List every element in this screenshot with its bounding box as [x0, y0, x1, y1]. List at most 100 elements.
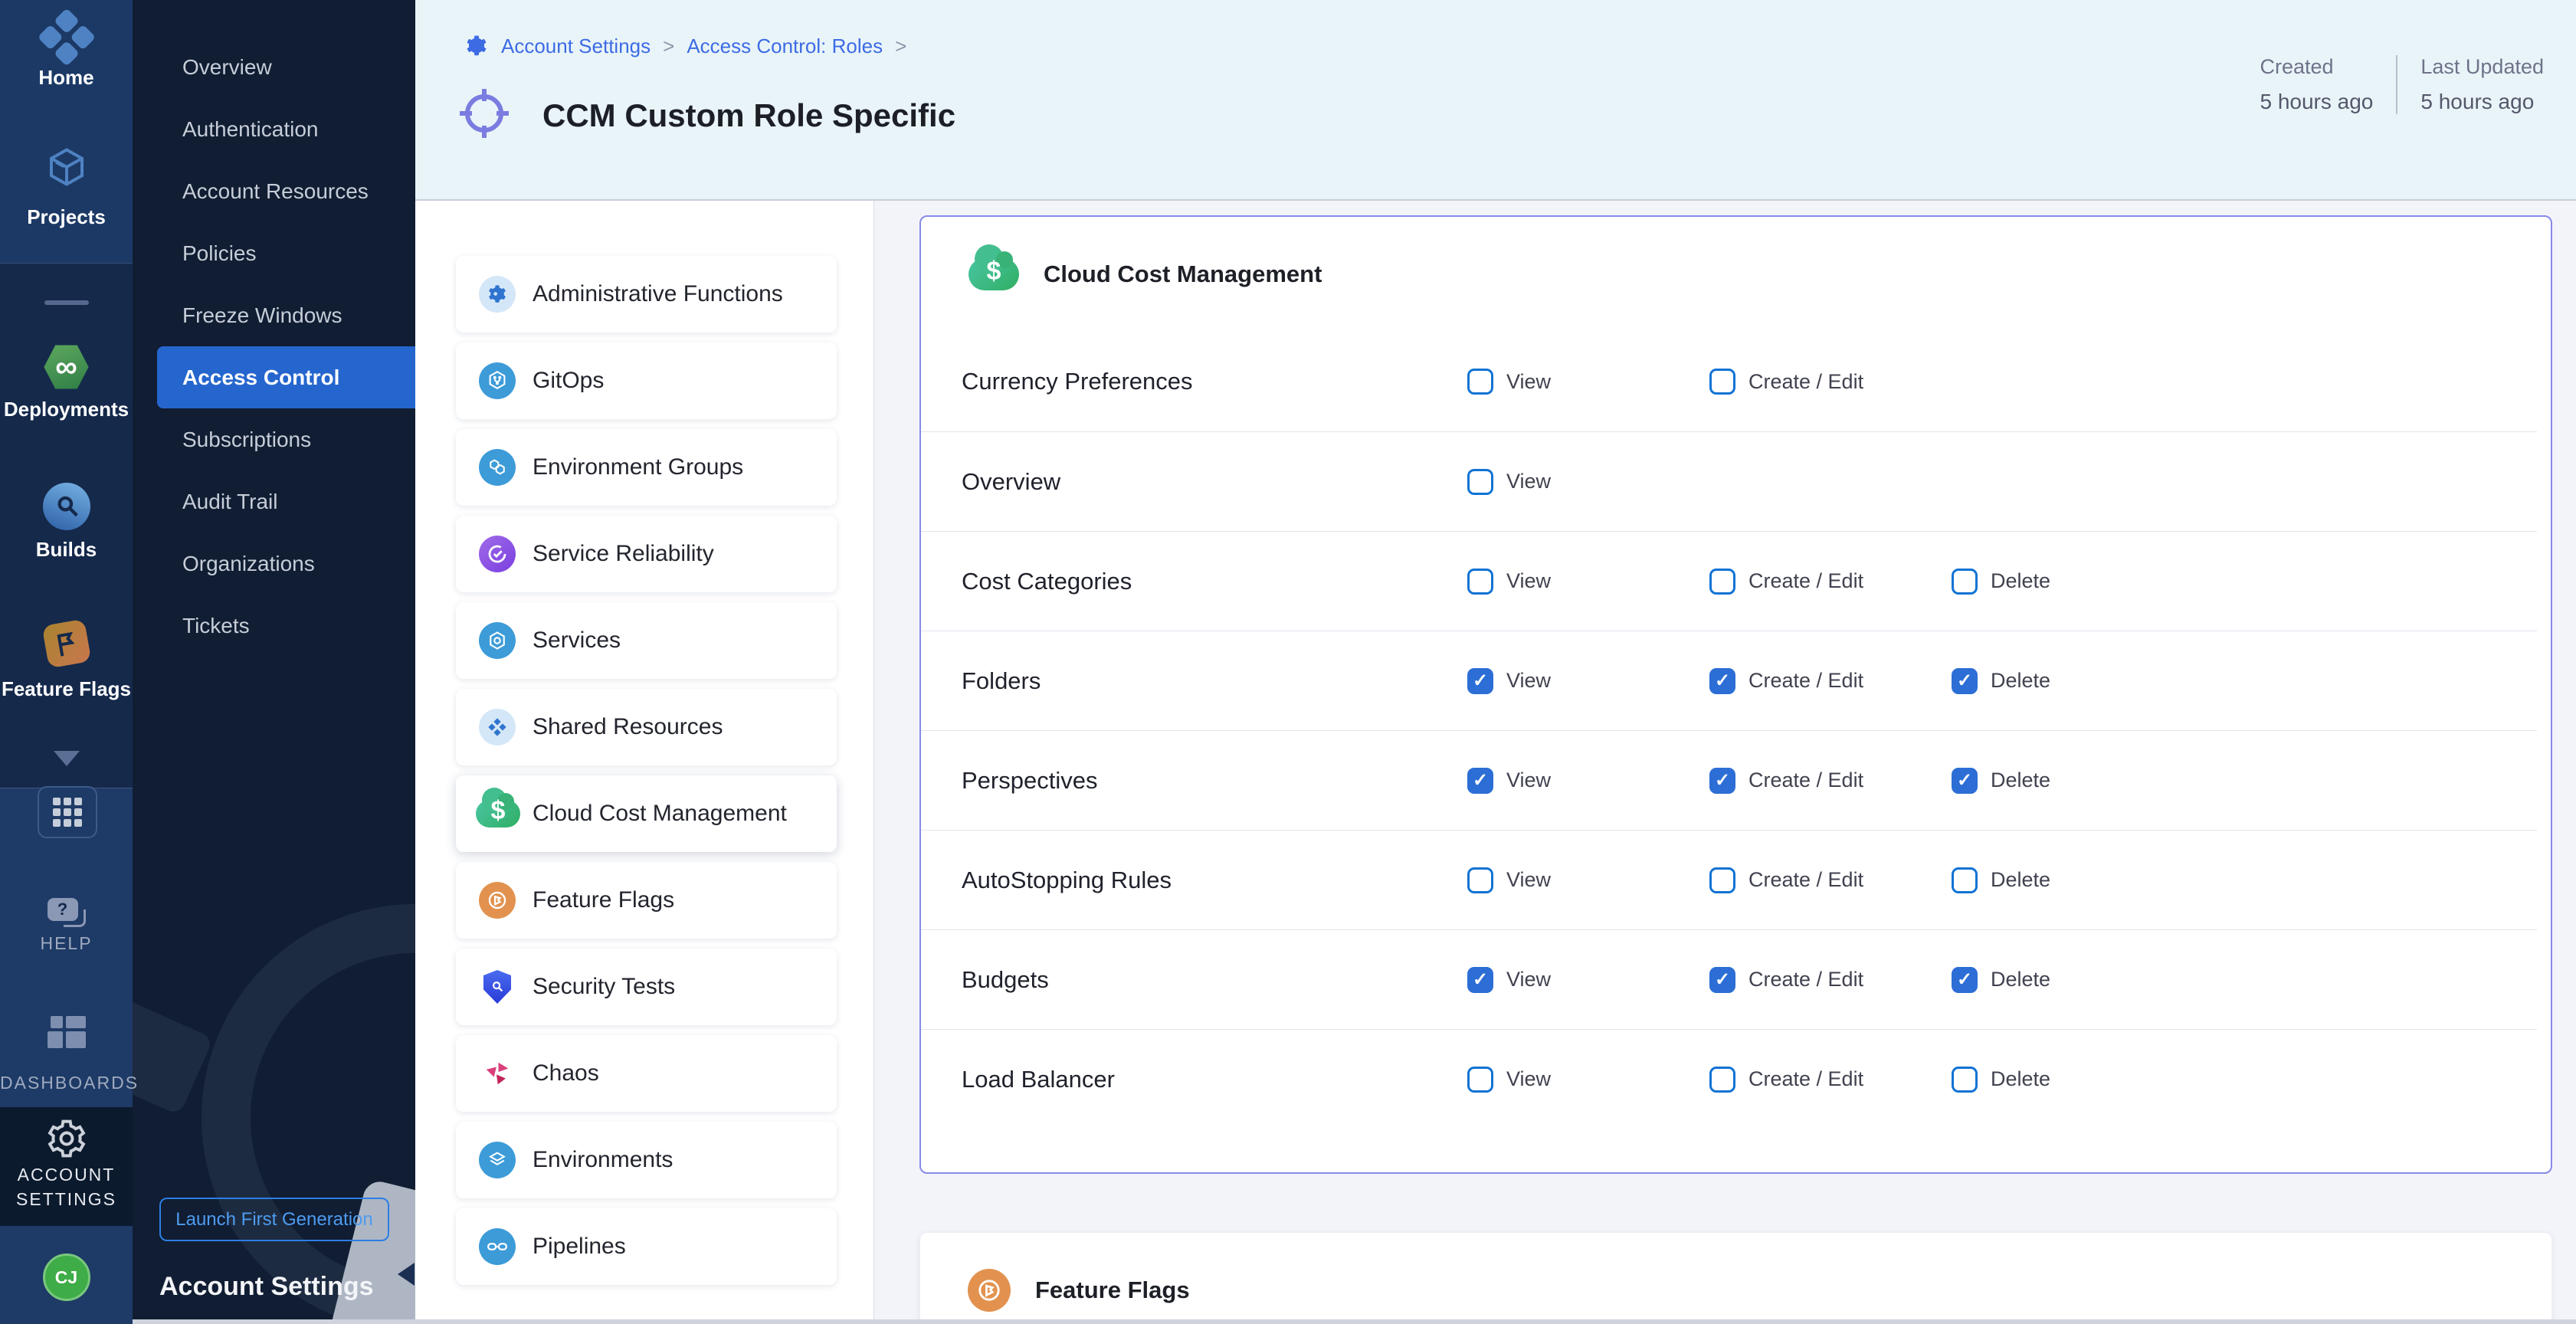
shared-resources-icon: [479, 709, 516, 746]
builds-icon[interactable]: [43, 483, 90, 530]
role-crosshair-icon: [460, 89, 509, 138]
view-checkbox[interactable]: ✓: [1467, 768, 1493, 794]
create-edit-checkbox-cell: ✓Create / Edit: [1709, 668, 1952, 694]
sidebar-item-subscriptions[interactable]: Subscriptions: [133, 408, 415, 470]
create-edit-checkbox-cell: ✓Create / Edit: [1709, 768, 1952, 794]
view-checkbox[interactable]: ✓: [1467, 569, 1493, 595]
permission-row-cost-categories: Cost Categories ✓View ✓Create / Edit ✓De…: [921, 531, 2537, 631]
sidebar-item-organizations[interactable]: Organizations: [133, 533, 415, 595]
view-checkbox[interactable]: ✓: [1467, 469, 1493, 495]
rail-collapsed-module-dash: [44, 300, 89, 305]
rail-builds-label[interactable]: Builds: [0, 538, 133, 562]
resource-group-label: Environment Groups: [533, 454, 743, 480]
rail-dashboards-label[interactable]: DASHBOARDS: [0, 1073, 133, 1093]
view-checkbox[interactable]: ✓: [1467, 967, 1493, 993]
delete-label: Delete: [1991, 569, 2050, 593]
launch-first-generation-button[interactable]: Launch First Generation: [159, 1198, 389, 1241]
sidebar-item-audit-trail[interactable]: Audit Trail: [133, 470, 415, 533]
delete-checkbox[interactable]: ✓: [1952, 668, 1978, 694]
gitops-icon: [479, 362, 516, 399]
resource-group-chaos[interactable]: Chaos: [456, 1035, 837, 1112]
feature-flags-card-icon: [968, 1269, 1011, 1312]
view-checkbox[interactable]: ✓: [1467, 867, 1493, 893]
delete-checkbox[interactable]: ✓: [1952, 1067, 1978, 1093]
sidebar-item-tickets[interactable]: Tickets: [133, 595, 415, 657]
delete-checkbox[interactable]: ✓: [1952, 768, 1978, 794]
view-checkbox[interactable]: ✓: [1467, 1067, 1493, 1093]
feature-flags-module-icon[interactable]: [41, 619, 91, 669]
page-header: Account Settings > Access Control: Roles…: [415, 0, 2576, 201]
view-label: View: [1506, 470, 1551, 493]
resource-group-shared-resources[interactable]: Shared Resources: [456, 689, 837, 765]
grid-icon: [53, 798, 82, 827]
view-checkbox-cell: ✓View: [1467, 768, 1709, 794]
create-edit-checkbox[interactable]: ✓: [1709, 867, 1735, 893]
resource-group-label: Feature Flags: [533, 887, 674, 913]
rail-account-settings-label-2[interactable]: SETTINGS: [0, 1189, 133, 1210]
chevron-down-icon[interactable]: [54, 751, 80, 766]
sidebar-item-freeze-windows[interactable]: Freeze Windows: [133, 284, 415, 346]
view-checkbox-cell: ✓View: [1467, 1067, 1709, 1093]
gear-icon[interactable]: [45, 1117, 88, 1164]
create-edit-checkbox[interactable]: ✓: [1709, 668, 1735, 694]
rail-account-settings-label-1[interactable]: ACCOUNT: [0, 1165, 133, 1185]
delete-checkbox[interactable]: ✓: [1952, 867, 1978, 893]
horizontal-scrollbar[interactable]: [133, 1319, 2576, 1324]
create-edit-checkbox[interactable]: ✓: [1709, 1067, 1735, 1093]
sidebar-item-policies[interactable]: Policies: [133, 222, 415, 284]
resource-group-administrative-functions[interactable]: Administrative Functions: [456, 256, 837, 333]
view-checkbox[interactable]: ✓: [1467, 369, 1493, 395]
create-edit-checkbox[interactable]: ✓: [1709, 369, 1735, 395]
permission-name: Currency Preferences: [962, 368, 1467, 395]
view-label: View: [1506, 968, 1551, 991]
resource-group-security-tests[interactable]: Security Tests: [456, 949, 837, 1025]
resource-group-gitops[interactable]: GitOps: [456, 342, 837, 419]
environments-icon: [479, 1142, 516, 1178]
resource-group-cloud-cost-management[interactable]: $ Cloud Cost Management: [456, 775, 837, 852]
permission-name: Load Balancer: [962, 1066, 1467, 1093]
delete-checkbox-cell: ✓Delete: [1952, 768, 2194, 794]
rail-feature-flags-label[interactable]: Feature Flags: [0, 677, 133, 701]
breadcrumb-account-settings[interactable]: Account Settings: [501, 34, 651, 58]
resource-group-label: Pipelines: [533, 1234, 626, 1260]
breadcrumb-access-control-roles[interactable]: Access Control: Roles: [687, 34, 883, 58]
module-picker-button[interactable]: [38, 786, 97, 838]
delete-checkbox[interactable]: ✓: [1952, 967, 1978, 993]
create-edit-checkbox-cell: ✓Create / Edit: [1709, 867, 1952, 893]
sidebar-item-authentication[interactable]: Authentication: [133, 98, 415, 160]
ccm-permissions-card: $ Cloud Cost Management Currency Prefere…: [919, 215, 2552, 1174]
delete-checkbox[interactable]: ✓: [1952, 569, 1978, 595]
rail-help-label[interactable]: HELP: [0, 933, 133, 954]
gear-watermark-tooth: [133, 991, 214, 1116]
create-edit-label: Create / Edit: [1748, 968, 1863, 991]
sidebar-item-overview[interactable]: Overview: [133, 36, 415, 98]
resource-group-environment-groups[interactable]: Environment Groups: [456, 429, 837, 506]
permission-row-overview: Overview ✓View ✓Create / Edit ✓Delete: [921, 431, 2537, 531]
ccm-card-header: $ Cloud Cost Management: [921, 217, 2551, 332]
created-meta: Created 5 hours ago: [2237, 55, 2396, 114]
rail-projects-label[interactable]: Projects: [0, 205, 133, 229]
create-edit-checkbox[interactable]: ✓: [1709, 967, 1735, 993]
pipelines-icon: [479, 1228, 516, 1265]
help-icon[interactable]: ?: [48, 898, 86, 927]
resource-group-feature-flags[interactable]: Feature Flags: [456, 862, 837, 939]
resource-group-services[interactable]: Services: [456, 602, 837, 679]
sidebar-item-account-resources[interactable]: Account Resources: [133, 160, 415, 222]
permission-row-autostopping-rules: AutoStopping Rules ✓View ✓Create / Edit …: [921, 830, 2537, 929]
permission-row-currency-preferences: Currency Preferences ✓View ✓Create / Edi…: [921, 332, 2551, 431]
resource-group-pipelines[interactable]: Pipelines: [456, 1208, 837, 1285]
create-edit-checkbox[interactable]: ✓: [1709, 569, 1735, 595]
view-checkbox[interactable]: ✓: [1467, 668, 1493, 694]
last-updated-value: 5 hours ago: [2420, 90, 2544, 114]
rail-deployments-label[interactable]: Deployments: [0, 398, 133, 421]
dashboards-icon[interactable]: [48, 1016, 86, 1048]
sidebar-item-access-control[interactable]: Access Control: [157, 346, 415, 408]
rail-home-label[interactable]: Home: [0, 66, 133, 90]
avatar[interactable]: CJ: [43, 1254, 90, 1301]
collapse-sidebar-icon[interactable]: [398, 1263, 415, 1286]
projects-icon[interactable]: [44, 144, 90, 194]
create-edit-checkbox[interactable]: ✓: [1709, 768, 1735, 794]
page-title: CCM Custom Role Specific: [542, 97, 955, 134]
resource-group-service-reliability[interactable]: Service Reliability: [456, 516, 837, 592]
resource-group-environments[interactable]: Environments: [456, 1122, 837, 1198]
